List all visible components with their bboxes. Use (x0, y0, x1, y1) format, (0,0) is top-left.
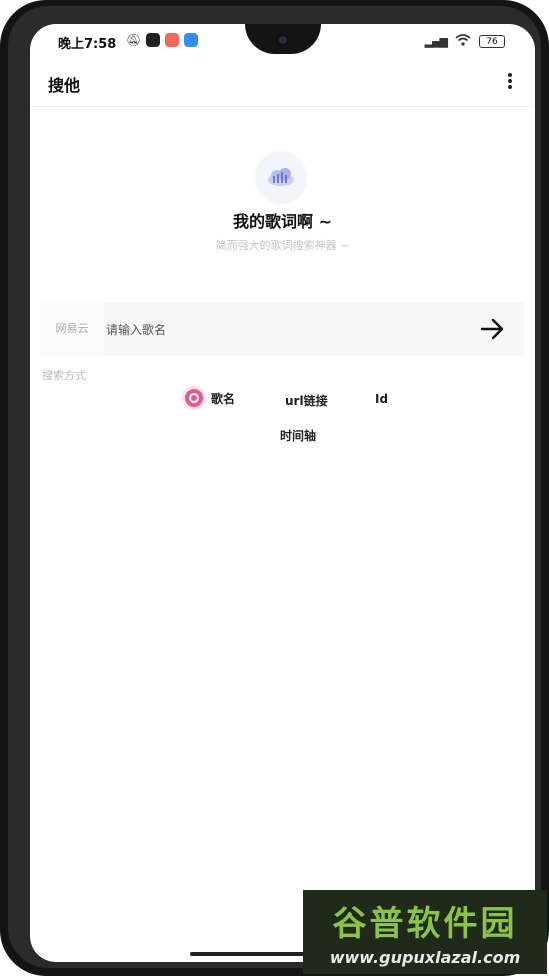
phone-screen: 晚上7:58 🔕︎ ▂▄▆ 76 搜他 我的歌词啊 ~ 简而强大的歌词搜索神器 … (30, 24, 535, 962)
search-method-label: 搜索方式 (42, 369, 86, 382)
notification-icons: 🔕︎ (126, 33, 199, 47)
cloud-music-icon (268, 168, 294, 186)
system-icons: ▂▄▆ 76 (425, 34, 505, 49)
phone-frame: 晚上7:58 🔕︎ ▂▄▆ 76 搜他 我的歌词啊 ~ 简而强大的歌词搜索神器 … (0, 0, 549, 976)
watermark: 谷普软件园 www.gupuxlazal.com (303, 890, 547, 974)
radio-option-url[interactable]: url链接 (285, 392, 328, 409)
bell-off-icon: 🔕︎ (126, 33, 142, 47)
source-selector[interactable]: 网易云 (40, 302, 104, 356)
battery-indicator: 76 (479, 35, 505, 48)
camera-icon (276, 33, 290, 47)
radio-selected-icon (185, 389, 203, 407)
radio-label: 时间轴 (280, 429, 317, 443)
watermark-title: 谷普软件园 (332, 904, 518, 944)
signal-icon: ▂▄▆ (424, 35, 448, 48)
app-bar: 搜他 (30, 60, 535, 107)
song-search-input[interactable] (104, 314, 448, 346)
mail-app-icon (146, 33, 161, 47)
cloud-app-icon (184, 33, 199, 47)
radio-option-song-name[interactable]: 歌名 (185, 389, 235, 407)
status-time: 晚上7:58 (58, 37, 117, 52)
radio-option-id[interactable]: Id (375, 392, 388, 406)
wifi-icon (455, 34, 471, 49)
radio-label: Id (375, 392, 389, 406)
red-app-icon (165, 33, 180, 47)
watermark-url: www.gupuxlazal.com (329, 948, 521, 967)
hero-title: 我的歌词啊 ~ (233, 212, 332, 231)
more-menu-icon[interactable] (505, 70, 515, 92)
radio-label: 歌名 (211, 391, 236, 406)
radio-label: url链接 (285, 394, 328, 408)
app-title: 搜他 (48, 76, 81, 95)
app-logo (256, 152, 306, 202)
hero-subtitle: 简而强大的歌词搜索神器 ~ (215, 239, 350, 252)
search-bar: 网易云 (40, 302, 524, 356)
radio-option-timeline[interactable]: 时间轴 (280, 427, 316, 444)
phone-bezel: 晚上7:58 🔕︎ ▂▄▆ 76 搜他 我的歌词啊 ~ 简而强大的歌词搜索神器 … (8, 6, 541, 968)
arrow-right-icon[interactable] (480, 317, 506, 341)
